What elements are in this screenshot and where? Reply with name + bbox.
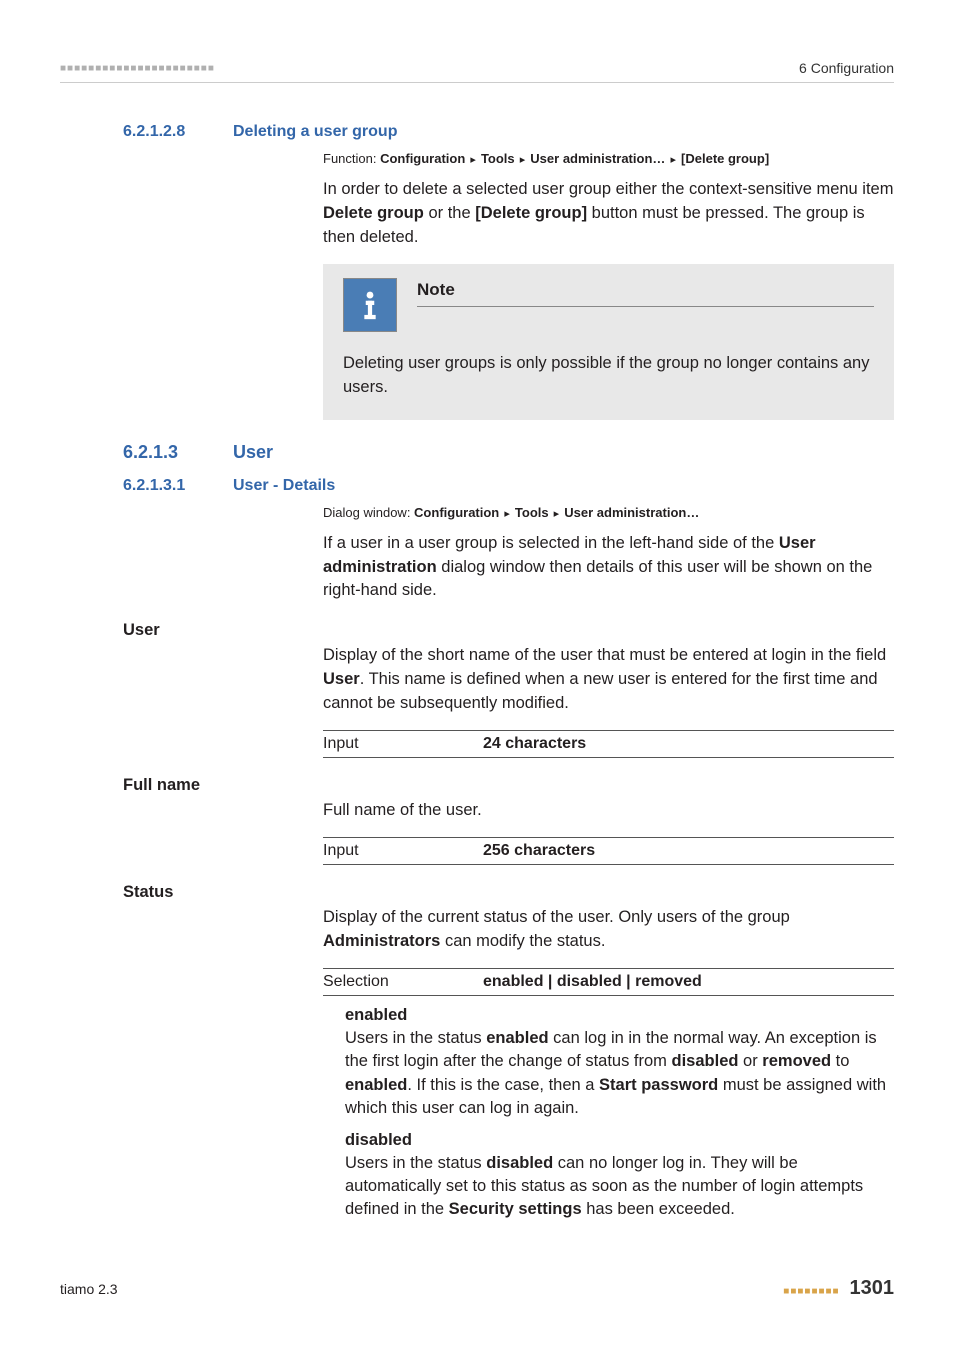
info-icon [343, 278, 397, 332]
section-number: 6.2.1.3.1 [123, 477, 233, 495]
paragraph: Display of the current status of the use… [323, 906, 894, 954]
breadcrumb-item: Tools [515, 505, 549, 520]
option-enabled: enabled Users in the status enabled can … [345, 1006, 894, 1121]
page-header: ■■■■■■■■■■■■■■■■■■■■■■ 6 Configuration [60, 60, 894, 83]
breadcrumb-item: User administration… [564, 505, 699, 520]
spec-table: Input 24 characters [323, 730, 894, 758]
spec-label: Input [323, 838, 483, 865]
breadcrumb-item: User administration… [530, 151, 665, 166]
section-heading: 6.2.1.3.1 User - Details [123, 477, 894, 495]
header-dots-decoration: ■■■■■■■■■■■■■■■■■■■■■■ [60, 63, 215, 74]
note-body: Deleting user groups is only possible if… [343, 352, 874, 400]
section-number: 6.2.1.3 [123, 442, 233, 463]
option-disabled: disabled Users in the status disabled ca… [345, 1131, 894, 1222]
section-number: 6.2.1.2.8 [123, 123, 233, 141]
breadcrumb-item: Configuration [380, 151, 465, 166]
chevron-right-icon: ▸ [515, 154, 531, 166]
option-description: Users in the status disabled can no long… [345, 1152, 894, 1222]
breadcrumb-item: Tools [481, 151, 515, 166]
section-heading: 6.2.1.3 User [123, 442, 894, 463]
spec-label: Input [323, 731, 483, 758]
chapter-label: 6 Configuration [799, 60, 894, 76]
footer-dots-decoration: ■■■■■■■■ [783, 1286, 839, 1297]
section-heading: 6.2.1.2.8 Deleting a user group [123, 123, 894, 141]
field-label-user: User [123, 621, 894, 640]
footer-product: tiamo 2.3 [60, 1281, 118, 1297]
note-title: Note [417, 280, 874, 307]
section-title: User - Details [233, 477, 335, 495]
breadcrumb: Function: Configuration ▸ Tools ▸ User a… [323, 151, 894, 166]
option-description: Users in the status enabled can log in i… [345, 1027, 894, 1121]
spec-label: Selection [323, 968, 483, 995]
breadcrumb-prefix: Function: [323, 151, 380, 166]
paragraph: Display of the short name of the user th… [323, 644, 894, 716]
breadcrumb-item: Configuration [414, 505, 499, 520]
breadcrumb-item: [Delete group] [681, 151, 769, 166]
chevron-right-icon: ▸ [499, 508, 515, 520]
spec-value: 256 characters [483, 842, 595, 859]
spec-value: enabled | disabled | removed [483, 973, 702, 990]
chevron-right-icon: ▸ [665, 154, 681, 166]
spec-table: Input 256 characters [323, 837, 894, 865]
breadcrumb-prefix: Dialog window: [323, 505, 414, 520]
chevron-right-icon: ▸ [465, 154, 481, 166]
paragraph: Full name of the user. [323, 799, 894, 823]
field-label-status: Status [123, 883, 894, 902]
breadcrumb: Dialog window: Configuration ▸ Tools ▸ U… [323, 505, 894, 520]
option-name: enabled [345, 1006, 894, 1025]
spec-table: Selection enabled | disabled | removed [323, 968, 894, 996]
option-name: disabled [345, 1131, 894, 1150]
footer-page-number: 1301 [850, 1277, 895, 1299]
section-title: Deleting a user group [233, 123, 397, 141]
section-title: User [233, 442, 273, 463]
paragraph: In order to delete a selected user group… [323, 178, 894, 250]
chevron-right-icon: ▸ [549, 508, 565, 520]
paragraph: If a user in a user group is selected in… [323, 532, 894, 604]
page-footer: tiamo 2.3 ■■■■■■■■ 1301 [60, 1277, 894, 1300]
spec-value: 24 characters [483, 735, 586, 752]
note-callout: Note Deleting user groups is only possib… [323, 264, 894, 420]
field-label-fullname: Full name [123, 776, 894, 795]
